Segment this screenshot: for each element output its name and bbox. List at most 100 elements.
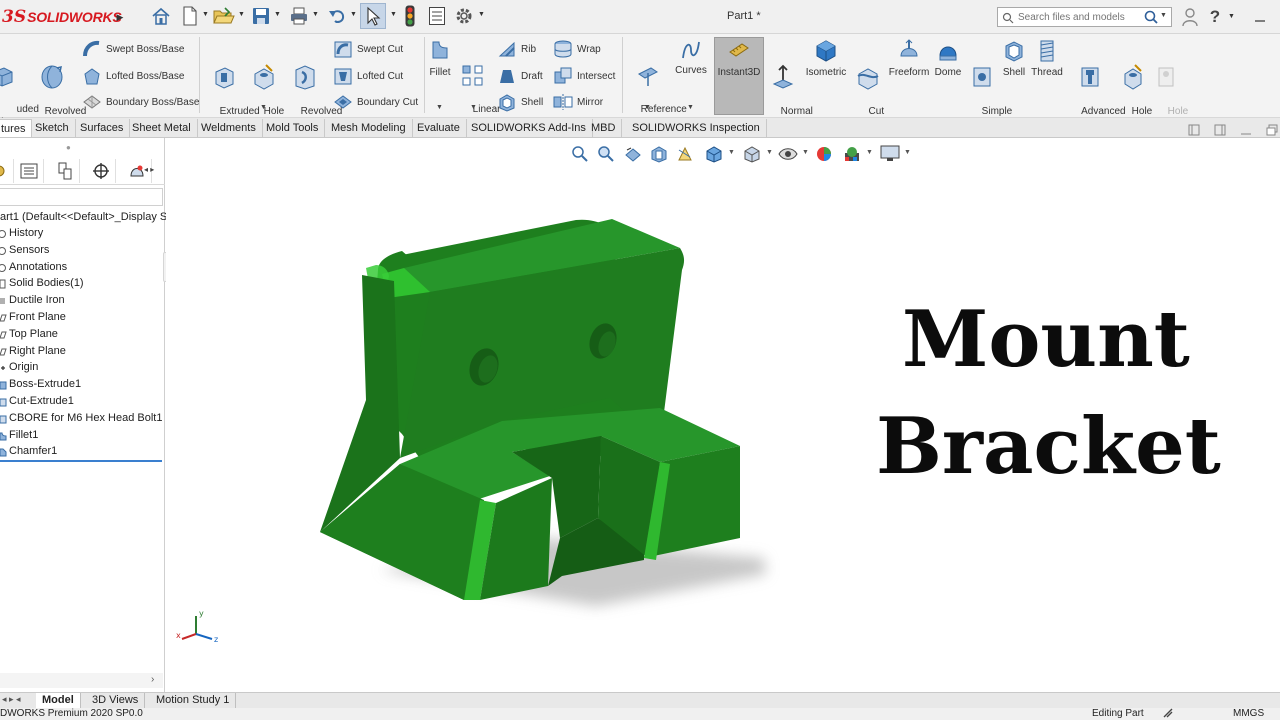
help-dropdown-icon[interactable]: ▼ xyxy=(1228,12,1236,22)
file-properties-icon[interactable] xyxy=(426,4,448,28)
thread-button[interactable]: Thread xyxy=(1029,38,1065,79)
boundary-boss-button[interactable]: Boundary Boss/Base xyxy=(82,91,199,113)
tab-scroll-arrows-icon[interactable]: ◂ ▸ xyxy=(144,165,154,174)
tree-item-cut-extrude1[interactable]: Cut-Extrude1 xyxy=(0,393,74,409)
tree-item-right-plane[interactable]: Right Plane xyxy=(0,343,66,359)
hole-wizard-dropdown-icon[interactable]: ▼ xyxy=(260,104,267,111)
new-dropdown-icon[interactable]: ▼ xyxy=(202,10,210,20)
tree-item-front-plane[interactable]: Front Plane xyxy=(0,309,66,325)
tree-item-history[interactable]: History xyxy=(0,225,43,241)
select-dropdown-icon[interactable]: ▼ xyxy=(390,10,398,20)
rebuild-traffic-light-icon[interactable] xyxy=(402,4,418,28)
menu-expand-arrow-icon[interactable]: ▶ xyxy=(114,8,126,26)
search-scope-icon[interactable] xyxy=(1002,11,1014,29)
rollback-bar[interactable] xyxy=(0,460,162,462)
tab-mold-tools[interactable]: Mold Tools xyxy=(260,119,326,137)
doc-minimize-icon[interactable] xyxy=(1240,124,1252,139)
tab-sheet-metal[interactable]: Sheet Metal xyxy=(126,119,198,137)
tree-item-origin[interactable]: Origin xyxy=(0,359,38,375)
search-box[interactable]: ▼ xyxy=(997,7,1172,27)
tab-solidworks-addins[interactable]: SOLIDWORKS Add-Ins xyxy=(465,119,593,137)
tab-surfaces[interactable]: Surfaces xyxy=(74,119,131,137)
panel-grip-icon[interactable]: ● xyxy=(66,143,71,152)
rebuild-status-icon[interactable] xyxy=(1162,708,1174,720)
rib-button[interactable]: Rib xyxy=(497,38,536,60)
instant3d-button[interactable]: Instant3D xyxy=(714,38,764,79)
tree-item-annotations[interactable]: Annotations xyxy=(0,259,67,275)
save-dropdown-icon[interactable]: ▼ xyxy=(274,10,282,20)
fillet-dropdown-icon[interactable]: ▼ xyxy=(436,104,443,111)
tree-item-chamfer1[interactable]: Chamfer1 xyxy=(0,443,57,459)
tab-sketch[interactable]: Sketch xyxy=(29,119,76,137)
propertymanager-tab-icon[interactable] xyxy=(14,159,44,183)
swept-cut-button[interactable]: Swept Cut xyxy=(333,38,403,60)
scroll-right-arrow-icon[interactable]: › xyxy=(151,674,154,685)
tab-motion-study[interactable]: Motion Study 1 xyxy=(150,693,237,709)
options-dropdown-icon[interactable]: ▼ xyxy=(478,10,486,20)
dimxpertmanager-tab-icon[interactable] xyxy=(86,159,116,183)
horizontal-scrollbar[interactable]: › xyxy=(0,673,163,688)
shell-button[interactable]: Shell xyxy=(497,91,543,113)
select-cursor-icon[interactable] xyxy=(362,4,384,28)
isometric-button[interactable]: Isometric xyxy=(802,38,850,79)
lofted-cut-button[interactable]: Lofted Cut xyxy=(333,65,403,87)
print-dropdown-icon[interactable]: ▼ xyxy=(312,10,320,20)
freeform-button[interactable]: Freeform xyxy=(887,38,931,79)
reference-geometry-dropdown-icon[interactable]: ▼ xyxy=(644,104,651,111)
tab-weldments[interactable]: Weldments xyxy=(195,119,263,137)
tree-item-sensors[interactable]: Sensors xyxy=(0,242,49,258)
tree-filter-field[interactable] xyxy=(0,188,163,206)
minimize-icon[interactable] xyxy=(1250,6,1270,28)
mirror-button[interactable]: Mirror xyxy=(553,91,603,113)
save-icon[interactable] xyxy=(250,4,272,28)
tab-evaluate[interactable]: Evaluate xyxy=(411,119,467,137)
tree-item-top-plane[interactable]: Top Plane xyxy=(0,326,58,342)
tree-item-cbore[interactable]: CBORE for M6 Hex Head Bolt1 xyxy=(0,410,162,426)
tab-mesh-modeling[interactable]: Mesh Modeling xyxy=(325,119,413,137)
search-icon[interactable] xyxy=(1144,10,1158,29)
tab-mbd[interactable]: MBD xyxy=(585,119,623,137)
tab-scroll-icon[interactable]: ◂ ▸ ◂ xyxy=(2,694,21,705)
new-document-icon[interactable] xyxy=(180,4,200,28)
fillet-button[interactable]: Fillet xyxy=(426,38,454,79)
curves-dropdown-icon[interactable]: ▼ xyxy=(687,104,694,111)
view-restore-left-icon[interactable] xyxy=(1188,124,1200,139)
configurationmanager-tab-icon[interactable] xyxy=(50,159,80,183)
view-restore-right-icon[interactable] xyxy=(1214,124,1226,139)
tree-item-fillet1[interactable]: Fillet1 xyxy=(0,427,38,443)
linear-pattern-dropdown-icon[interactable]: ▼ xyxy=(470,104,477,111)
home-icon[interactable] xyxy=(150,4,172,28)
help-icon[interactable]: ? xyxy=(1206,6,1224,28)
search-dropdown-icon[interactable]: ▼ xyxy=(1160,12,1167,19)
user-account-icon[interactable] xyxy=(1180,6,1200,28)
tab-features[interactable]: tures xyxy=(0,119,33,137)
search-input[interactable] xyxy=(1018,10,1136,25)
tab-solidworks-inspection[interactable]: SOLIDWORKS Inspection xyxy=(626,119,767,137)
undo-dropdown-icon[interactable]: ▼ xyxy=(350,10,358,20)
open-folder-icon[interactable] xyxy=(212,4,236,28)
curves-button[interactable]: Curves xyxy=(674,38,708,77)
dome-button[interactable]: Dome xyxy=(931,38,965,79)
boundary-cut-button[interactable]: Boundary Cut xyxy=(333,91,418,113)
mount-bracket-model[interactable] xyxy=(320,219,766,606)
undo-icon[interactable] xyxy=(326,4,348,28)
tree-item-solid-bodies[interactable]: Solid Bodies(1) xyxy=(0,275,84,291)
doc-restore-icon[interactable] xyxy=(1266,124,1278,139)
wrap-button[interactable]: Wrap xyxy=(553,38,601,60)
tree-item-boss-extrude1[interactable]: Boss-Extrude1 xyxy=(0,376,81,392)
tab-3d-views[interactable]: 3D Views xyxy=(86,693,146,709)
swept-boss-button[interactable]: Swept Boss/Base xyxy=(82,38,184,60)
status-units[interactable]: MMGS xyxy=(1233,708,1264,720)
intersect-button[interactable]: Intersect xyxy=(553,65,615,87)
tree-root-part[interactable]: art1 (Default<<Default>_Display S xyxy=(0,209,167,225)
options-gear-icon[interactable] xyxy=(452,4,476,28)
solidworks-logo[interactable]: 3S SOLIDWORKS xyxy=(0,6,122,28)
featuremanager-tab-icon[interactable] xyxy=(0,159,14,183)
tree-item-material[interactable]: Ductile Iron xyxy=(0,292,65,308)
graphics-area[interactable]: ▼ ▼ ▼ ▼ ▼ Mount Bracket y x z xyxy=(166,138,1280,692)
tab-model[interactable]: Model xyxy=(36,693,81,709)
lofted-boss-button[interactable]: Lofted Boss/Base xyxy=(82,65,184,87)
open-dropdown-icon[interactable]: ▼ xyxy=(238,10,246,20)
draft-button[interactable]: Draft xyxy=(497,65,543,87)
print-icon[interactable] xyxy=(288,4,310,28)
